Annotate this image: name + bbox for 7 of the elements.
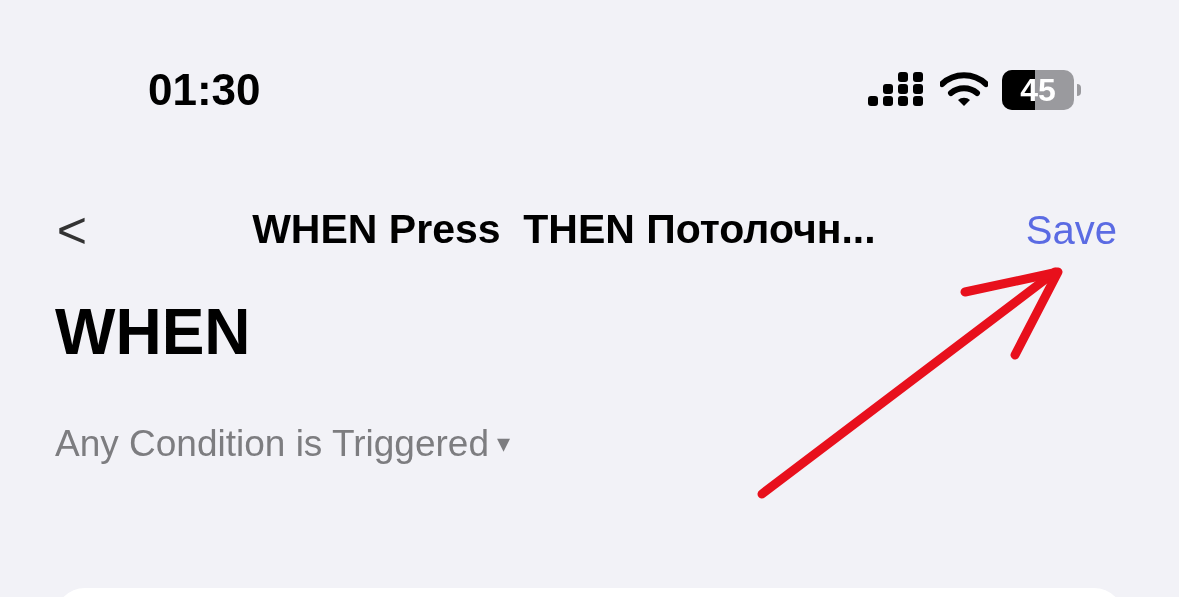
back-button[interactable]: <: [52, 191, 92, 269]
status-time: 01:30: [148, 64, 261, 116]
wifi-icon: [940, 72, 988, 108]
save-button[interactable]: Save: [1025, 200, 1117, 260]
condition-dropdown[interactable]: Any Condition is Triggered ▾: [55, 416, 510, 472]
section-title: WHEN: [55, 300, 252, 364]
page-title: WHEN Press THEN Потолочн...: [251, 205, 877, 255]
